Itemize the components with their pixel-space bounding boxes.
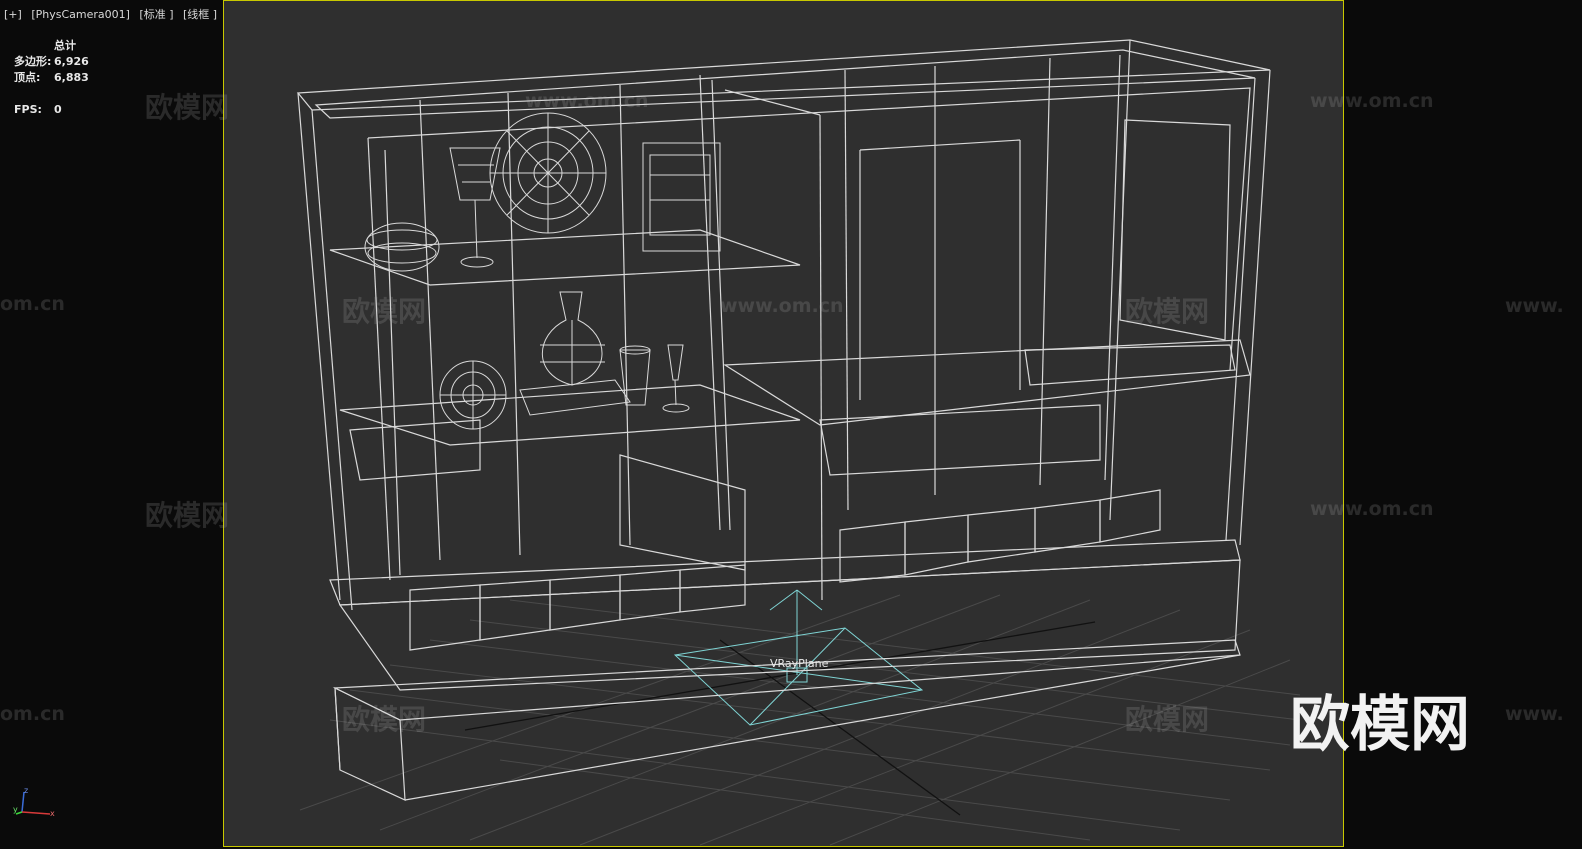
drawer-row-right <box>819 344 1236 583</box>
scene-statistics: 总计 多边形: 6,926 顶点: 6,883 FPS: 0 <box>14 38 89 118</box>
viewport-menu-plus[interactable]: [+] <box>4 8 22 21</box>
drawer-row-left <box>349 419 746 651</box>
watermark-url: www.om.cn <box>720 295 844 317</box>
watermark-cn: 欧模网 <box>145 91 230 124</box>
axis-z-label: z <box>24 786 28 795</box>
champagne-flute <box>662 344 690 413</box>
viewport-shading-standard[interactable]: [标准 ] <box>139 8 173 21</box>
watermark-url-partial: www. <box>1505 703 1564 725</box>
vray-plane-label[interactable]: VRayPlane <box>770 657 828 670</box>
watermark-url: www.om.cn <box>1310 498 1434 520</box>
watermark-cn: 欧模网 <box>342 703 427 736</box>
decor-objects <box>364 112 721 430</box>
fps-label: FPS: <box>14 103 42 116</box>
brand-logo: 欧模网 <box>1290 690 1470 760</box>
watermark-url-short: om.cn <box>0 703 65 725</box>
polys-value: 6,926 <box>54 55 89 68</box>
watermark-url-partial: www. <box>1505 295 1564 317</box>
viewport-camera-label[interactable]: [PhysCamera001] <box>31 8 130 21</box>
stats-header: 总计 <box>54 39 76 52</box>
watermark-cn: 欧模网 <box>1125 703 1210 736</box>
wine-glass <box>449 147 501 268</box>
tumbler <box>619 345 651 406</box>
plate-top <box>489 112 607 234</box>
fps-value: 0 <box>54 103 62 116</box>
axis-y-label: y <box>13 805 18 814</box>
verts-value: 6,883 <box>54 71 89 84</box>
watermark-url: www.om.cn <box>525 90 649 112</box>
vase <box>540 291 605 386</box>
viewport-header: [+] [PhysCamera001] [标准 ] [线框 ] <box>4 6 223 22</box>
viewport-shading-wireframe[interactable]: [线框 ] <box>183 8 217 21</box>
watermark-url: www.om.cn <box>1310 90 1434 112</box>
book <box>642 142 721 252</box>
polys-label: 多边形: <box>14 55 52 68</box>
tray <box>519 379 631 416</box>
watermark-cn: 欧模网 <box>342 295 427 328</box>
axis-x-label: x <box>50 809 55 818</box>
axis-tripod-icon: z x y <box>13 786 55 818</box>
watermark-url-short: om.cn <box>0 293 65 315</box>
watermark-cn: 欧模网 <box>1125 295 1210 328</box>
plate-lower <box>439 360 507 430</box>
bowl <box>364 222 440 272</box>
verts-label: 顶点: <box>14 71 41 84</box>
watermark-cn: 欧模网 <box>145 499 230 532</box>
